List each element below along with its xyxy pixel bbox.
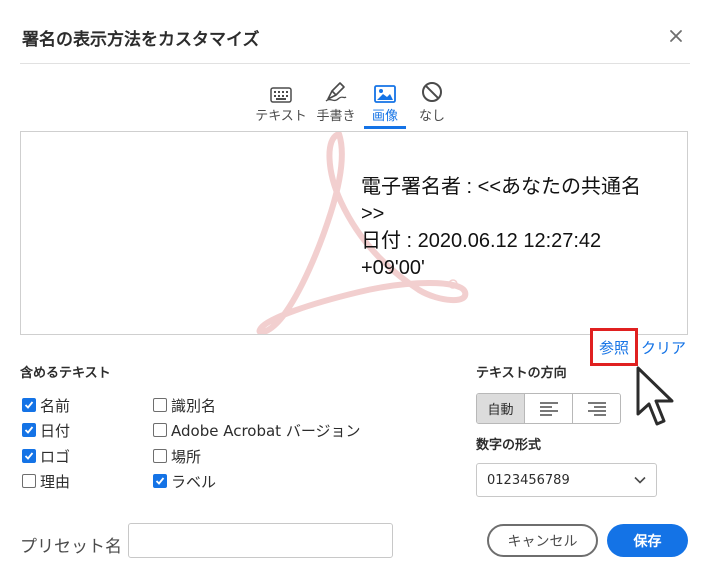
include-text-title: 含めるテキスト <box>20 366 111 381</box>
number-format-value: 0123456789 <box>487 472 570 488</box>
clear-link[interactable]: クリア <box>641 337 686 358</box>
signature-line-name-end: >> <box>361 203 385 225</box>
signature-text: 電子署名者 : <<あなたの共通名 >> 日付 : 2020.06.12 12:… <box>361 174 687 282</box>
checkbox-label: ロゴ <box>40 447 71 466</box>
checkbox-label: ラベル <box>171 472 217 491</box>
close-icon <box>670 30 682 42</box>
checkmark-icon <box>24 426 34 434</box>
dialog-title: 署名の表示方法をカスタマイズ <box>22 30 260 50</box>
checkbox-box[interactable] <box>153 474 167 488</box>
checkbox-logo[interactable]: ロゴ <box>22 446 70 466</box>
checkbox-label: 理由 <box>40 472 71 491</box>
tab-image-label: 画像 <box>371 109 398 124</box>
checkbox-box[interactable] <box>22 449 36 463</box>
checkbox-distinguished-name[interactable]: 識別名 <box>153 395 216 415</box>
direction-left-button[interactable] <box>525 394 573 423</box>
checkbox-box[interactable] <box>153 423 167 437</box>
pen-icon <box>325 82 347 102</box>
checkbox-location[interactable]: 場所 <box>153 446 201 466</box>
title-divider <box>20 63 690 64</box>
checkbox-label-option[interactable]: ラベル <box>153 471 216 491</box>
chevron-down-icon <box>634 476 646 484</box>
tab-handwriting-label: 手書き <box>316 109 356 124</box>
checkbox-acrobat-version[interactable]: Adobe Acrobat バージョン <box>153 420 361 440</box>
checkmark-icon <box>24 401 34 409</box>
align-right-icon <box>587 401 606 416</box>
signature-line-date: 日付 : 2020.06.12 12:27:42 <box>361 230 602 252</box>
checkbox-name[interactable]: 名前 <box>22 395 70 415</box>
checkbox-box[interactable] <box>22 398 36 412</box>
signature-preview: 電子署名者 : <<あなたの共通名 >> 日付 : 2020.06.12 12:… <box>20 131 688 335</box>
cancel-button[interactable]: キャンセル <box>487 524 598 557</box>
checkbox-box[interactable] <box>153 449 167 463</box>
tab-text-label: テキスト <box>255 109 307 124</box>
no-symbol-icon <box>422 82 442 102</box>
text-direction-title: テキストの方向 <box>476 366 567 381</box>
checkbox-reason[interactable]: 理由 <box>22 471 70 491</box>
active-tab-indicator <box>364 126 406 129</box>
checkbox-box[interactable] <box>153 398 167 412</box>
direction-right-button[interactable] <box>573 394 620 423</box>
mouse-cursor-icon <box>636 366 674 426</box>
checkbox-box[interactable] <box>22 474 36 488</box>
tab-text[interactable]: テキスト <box>250 77 312 129</box>
signature-line-tz: +09'00' <box>361 257 425 279</box>
number-format-title: 数字の形式 <box>476 438 542 453</box>
checkbox-label: 名前 <box>40 396 71 415</box>
direction-auto-button[interactable]: 自動 <box>477 394 525 423</box>
tab-handwriting[interactable]: 手書き <box>312 77 360 129</box>
keyboard-icon <box>270 87 292 103</box>
checkmark-icon <box>155 477 165 485</box>
preset-name-label: プリセット名 <box>20 537 122 557</box>
checkbox-label: Adobe Acrobat バージョン <box>171 421 361 440</box>
browse-button[interactable]: 参照 <box>590 328 638 366</box>
checkbox-box[interactable] <box>22 423 36 437</box>
checkbox-date[interactable]: 日付 <box>22 420 70 440</box>
customize-signature-dialog: 署名の表示方法をカスタマイズ テキスト 手書き 画像 なし 電子署名者: <<… <box>0 0 710 583</box>
checkmark-icon <box>24 452 34 460</box>
save-button[interactable]: 保存 <box>607 524 688 557</box>
preset-name-input[interactable] <box>128 523 393 558</box>
checkbox-label: 識別名 <box>171 396 217 415</box>
browse-label: 参照 <box>598 338 629 357</box>
checkbox-label: 場所 <box>171 447 202 466</box>
tab-none[interactable]: なし <box>410 77 454 129</box>
image-icon <box>374 85 396 103</box>
number-format-select[interactable]: 0123456789 <box>476 463 657 497</box>
tab-image[interactable]: 画像 <box>364 77 406 129</box>
text-direction-group: 自動 <box>476 393 621 424</box>
close-button[interactable] <box>664 24 688 48</box>
align-left-icon <box>539 401 558 416</box>
tab-none-label: なし <box>418 109 445 124</box>
signature-line-name: 電子署名者 : <<あなたの共通名 <box>361 176 642 198</box>
checkbox-label: 日付 <box>40 421 71 440</box>
